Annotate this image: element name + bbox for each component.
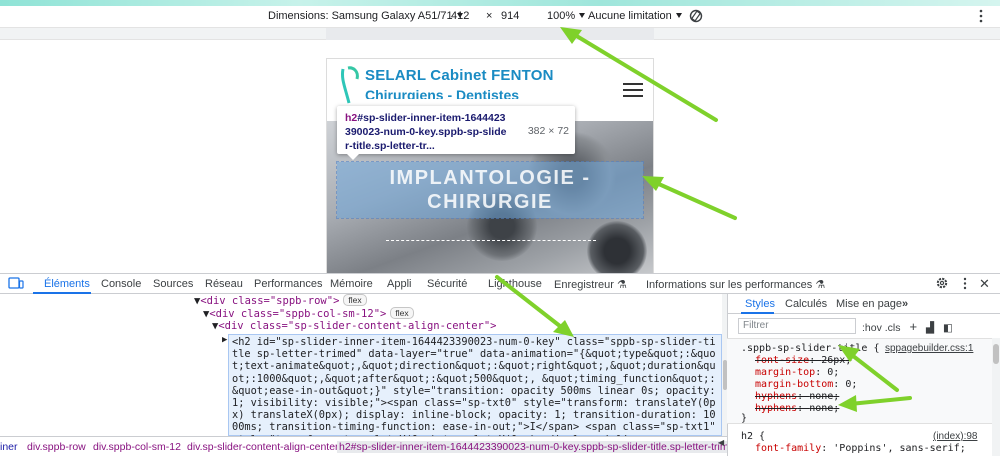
rule-close-brace: } xyxy=(741,413,748,424)
flex-badge[interactable]: flex xyxy=(390,307,414,319)
tooltip-selector: h2#sp-slider-inner-item-1644423390023-nu… xyxy=(345,111,510,153)
device-toolbar-toggle-icon[interactable] xyxy=(8,277,24,293)
prop-value: 0 xyxy=(827,367,834,378)
throttle-select[interactable]: Aucune limitation xyxy=(588,10,682,22)
brand-subtitle: Chirurgiens - Dentistes xyxy=(365,87,520,99)
tree-node-tag: <div class="sppb-row"> xyxy=(200,295,340,307)
tab-network[interactable]: Réseau xyxy=(205,278,243,290)
rule-prop-row[interactable]: margin-top: 0; xyxy=(755,367,839,379)
tab-sources[interactable]: Sources xyxy=(153,278,193,290)
devtools-tabbar: Éléments Console Sources Réseau Performa… xyxy=(0,273,1000,294)
paint-roller-icon[interactable]: ▟ xyxy=(926,322,934,334)
tree-node-col[interactable]: ▼<div class="sppb-col-sm-12"> flex xyxy=(203,307,414,321)
tooltip-size: 382 × 72 xyxy=(527,125,569,137)
tree-node-tag: <div class="sppb-col-sm-12"> xyxy=(209,308,387,320)
more-tabs-chevron-icon[interactable]: » xyxy=(902,298,908,310)
expand-triangle-icon[interactable]: ▶ xyxy=(222,334,227,347)
tree-node-row[interactable]: ▼<div class="sppb-row"> flex xyxy=(194,294,367,308)
active-style-tab-indicator xyxy=(741,312,774,314)
flex-badge[interactable]: flex xyxy=(343,294,367,306)
tab-recorder-label: Enregistreur xyxy=(554,279,614,291)
rule-selector[interactable]: .sppb-sp-slider-title { xyxy=(741,343,879,355)
rule-prop-row[interactable]: font-size: 26px; xyxy=(755,355,851,367)
close-icon[interactable]: ✕ xyxy=(979,276,990,292)
prop-value: 26px xyxy=(821,355,846,366)
prop-name: font-size xyxy=(755,355,810,366)
tab-lighthouse[interactable]: Lighthouse xyxy=(488,278,542,290)
tab-performance[interactable]: Performances xyxy=(254,278,322,290)
rule-selector[interactable]: h2 { xyxy=(741,431,765,443)
tab-recorder[interactable]: Enregistreur ⚗ xyxy=(554,278,627,291)
media-query-ruler-active[interactable] xyxy=(326,28,654,40)
inspect-tooltip: h2#sp-slider-inner-item-1644423390023-nu… xyxy=(337,106,575,154)
device-select[interactable]: Dimensions: Samsung Galaxy A51/71 xyxy=(268,10,463,22)
breadcrumb-item[interactable]: iner xyxy=(0,441,18,453)
tab-performance-insights[interactable]: Informations sur les performances ⚗ xyxy=(646,278,825,291)
width-input[interactable]: 412 xyxy=(451,10,469,22)
tooltip-arrow xyxy=(347,154,359,160)
more-vertical-icon[interactable] xyxy=(962,277,968,293)
settings-gear-icon[interactable] xyxy=(935,276,949,293)
prop-name: margin-top xyxy=(755,367,816,378)
prop-value: none xyxy=(809,391,834,402)
breadcrumb-item[interactable]: div.sp-slider-content-align-center xyxy=(187,441,339,453)
flask-icon: ⚗ xyxy=(815,279,826,291)
tooltip-tag: h2 xyxy=(345,112,358,124)
styles-filter-input[interactable]: Filtrer xyxy=(738,318,856,334)
hamburger-menu-icon[interactable] xyxy=(623,83,643,97)
breadcrumb-item-selected[interactable]: h2#sp-slider-inner-item-1644423390023-nu… xyxy=(337,441,727,453)
prop-name: hyphens xyxy=(755,403,798,414)
more-vertical-icon[interactable] xyxy=(978,9,984,26)
tooth-logo-icon xyxy=(341,66,359,104)
height-input[interactable]: 914 xyxy=(501,10,519,22)
rule-source-link[interactable]: sppagebuilder.css:1 xyxy=(885,343,973,355)
rule-prop-row[interactable]: font-family: 'Poppins', sans-serif; xyxy=(755,443,966,455)
tree-node-align[interactable]: ▼<div class="sp-slider-content-align-cen… xyxy=(212,320,496,333)
rule-prop-row[interactable]: hyphens: none; xyxy=(755,391,839,403)
prop-value: 'Poppins', sans-serif; xyxy=(833,443,966,454)
prop-name: hyphens xyxy=(755,391,798,402)
breadcrumb-item[interactable]: div.sppb-col-sm-12 xyxy=(93,441,181,453)
hov-cls-toggles[interactable]: :hov .cls xyxy=(862,322,901,334)
tab-memory[interactable]: Mémoire xyxy=(330,278,373,290)
tab-styles[interactable]: Styles xyxy=(745,298,775,310)
device-toolbar: Dimensions: Samsung Galaxy A51/71 412 × … xyxy=(0,6,1000,28)
tree-node-tag: <div class="sp-slider-content-align-cent… xyxy=(218,320,497,332)
rotate-icon[interactable] xyxy=(688,8,704,27)
prop-value: none xyxy=(809,403,834,414)
brand-title: SELARL Cabinet FENTON xyxy=(365,67,554,84)
rule-source-link[interactable]: (index):98 xyxy=(933,431,977,443)
tab-elements[interactable]: Éléments xyxy=(44,278,90,290)
styles-tabbar: Styles Calculés Mise en page » xyxy=(727,294,1000,314)
new-rule-plus-icon[interactable]: + xyxy=(909,319,917,334)
selected-node-html[interactable]: <h2 id="sp-slider-inner-item-16444233900… xyxy=(232,336,720,446)
zoom-select[interactable]: 100% xyxy=(547,10,586,22)
css-rule-h2: h2 { (index):98 font-family: 'Poppins', … xyxy=(727,428,992,456)
crumbs-scroll-left-icon[interactable]: ◀ xyxy=(718,438,724,447)
rule-prop-row[interactable]: margin-bottom: 0; xyxy=(755,379,857,391)
dimension-separator: × xyxy=(486,10,493,22)
tab-insights-label: Informations sur les performances xyxy=(646,279,813,291)
sidebar-toggle-icon[interactable]: ◧ xyxy=(943,322,953,334)
tab-computed[interactable]: Calculés xyxy=(785,298,827,310)
tab-application[interactable]: Appli xyxy=(387,278,411,290)
rule-prop-row[interactable]: hyphens: none; xyxy=(755,403,839,415)
flask-icon: ⚗ xyxy=(616,279,627,291)
dom-breadcrumbs: iner div.sppb-row div.sppb-col-sm-12 div… xyxy=(0,436,727,456)
styles-toolbar: :hov .cls + ▟ ◧ xyxy=(862,319,953,334)
chevron-down-icon xyxy=(675,13,682,18)
prop-name: margin-bottom xyxy=(755,379,834,390)
prop-value: 0 xyxy=(845,379,852,390)
hero-divider xyxy=(386,240,596,241)
tab-security[interactable]: Sécurité xyxy=(427,278,467,290)
chevron-down-icon xyxy=(579,13,586,18)
tab-console[interactable]: Console xyxy=(101,278,141,290)
tooltip-selector-text: #sp-slider-inner-item-1644423390023-num-… xyxy=(345,112,507,152)
tab-layout[interactable]: Mise en page xyxy=(836,298,902,310)
css-rule-slider-title: .sppb-sp-slider-title { sppagebuilder.cs… xyxy=(727,338,992,424)
hero-title: IMPLANTOLOGIE - CHIRURGIE xyxy=(389,167,591,213)
styles-scrollbar-thumb[interactable] xyxy=(993,344,999,364)
breadcrumb-item[interactable]: div.sppb-row xyxy=(27,441,86,453)
prop-name: font-family xyxy=(755,443,822,454)
